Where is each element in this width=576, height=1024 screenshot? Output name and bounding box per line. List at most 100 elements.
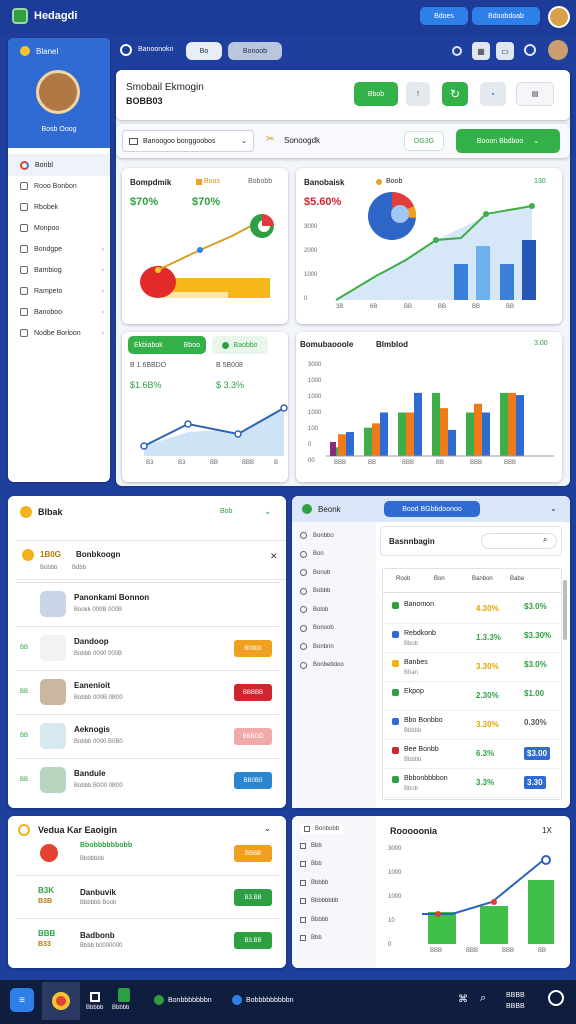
notification-icon[interactable] (548, 990, 564, 1006)
window-icon[interactable]: ▭ (496, 42, 514, 60)
status-badge[interactable]: BBBOD (234, 728, 272, 745)
sidebar-item[interactable]: Banoboo › (20, 308, 104, 316)
grid-icon[interactable]: ▦ (472, 42, 490, 60)
start-button[interactable]: ≡ (10, 988, 34, 1012)
status-badge[interactable]: B3.BB (234, 889, 272, 906)
sidebar-item[interactable]: Bondgpe › (20, 245, 104, 253)
account-icon[interactable] (524, 44, 536, 56)
nav-item[interactable]: Bbbbb (300, 916, 328, 923)
table-row[interactable]: Ekpop 2.30% $1.00 (384, 683, 560, 711)
status-badge[interactable]: BBBBB (234, 684, 272, 701)
nav-item[interactable]: Bbbbb (300, 879, 328, 886)
nav-icon (300, 842, 306, 849)
chevron-down-icon[interactable]: ⌄ (550, 504, 557, 513)
status-badge[interactable]: B3.BB (234, 932, 272, 949)
list-item[interactable]: B3K B3B Danbuvik Bbbbbb Boob B3.BB (16, 875, 280, 918)
nav-item[interactable]: Bonbobb (300, 824, 344, 834)
table-row[interactable]: Banomon 4.30% $3.0% (384, 596, 560, 624)
chevron-down-icon[interactable]: ⌄ (264, 506, 272, 517)
nav-item[interactable]: Bbbbbbbb (300, 898, 338, 904)
table-row[interactable]: Banbes Bhan 3.30% $3.0% (384, 654, 560, 682)
sidebar-item[interactable]: Monpoo (20, 224, 104, 232)
table-nav-item[interactable]: Bolob (300, 606, 328, 613)
chrome-icon (52, 992, 70, 1010)
refresh-button[interactable]: ↻ (442, 82, 468, 106)
column-header[interactable]: Bon (434, 576, 445, 582)
calendar-button[interactable]: ▤ (516, 82, 554, 106)
filter-bar: Banoogoo bonggoobos ⌄ ✂ Sonoogdk OG3G Bo… (116, 124, 570, 158)
info-button[interactable]: ! (406, 82, 430, 106)
table-search-title: Basnnbagin (389, 537, 435, 546)
status-badge[interactable]: B0000 (234, 640, 272, 657)
user-avatar-small[interactable] (548, 40, 568, 60)
table-nav-item[interactable]: Bonbnn (300, 643, 334, 650)
search-icon[interactable] (120, 44, 132, 56)
item-top: B3K (38, 886, 55, 895)
table-row[interactable]: BB Bandule Bobbb B000 0B00 BB0B0 (16, 758, 280, 802)
column-header[interactable]: Baba (510, 576, 524, 582)
sidebar-item[interactable]: Nodbe Borloon › (20, 329, 104, 337)
filter-value[interactable]: OG3G (404, 131, 444, 151)
topbar-button-1[interactable]: Bdoes (420, 7, 468, 25)
table-row[interactable]: BB Dandoop Bobbb 0000 000B B0000 (16, 626, 280, 670)
filter-action-button[interactable]: Booon Bbdboo ⌄ (456, 129, 560, 153)
table-row[interactable]: Bee Bonbb Bbbbb 6.3% $3.00 (384, 741, 560, 769)
card-2-bar (500, 264, 514, 300)
table-nav-item[interactable]: Bonbbo (300, 532, 334, 539)
table-row[interactable]: Panonkami Bonnon Bookk 000B 000B (16, 582, 280, 626)
table-nav-item[interactable]: Bobbb (300, 587, 330, 595)
primary-button[interactable]: Bbob (354, 82, 398, 106)
row-icon (392, 631, 399, 638)
browser-icon[interactable] (42, 982, 80, 1020)
search-icon[interactable]: ⌕ (480, 992, 486, 1005)
nav-item[interactable]: Bbb (300, 861, 322, 867)
table-row[interactable]: BB Eanenioit Bobbb 000B 0B00 BBBBB (16, 670, 280, 714)
bar-5-2 (516, 395, 524, 456)
table-header-button[interactable]: Bood BGbbdoonoo (384, 501, 480, 517)
column-header[interactable]: Roob (396, 576, 410, 582)
card-1-value-2: $70% (192, 196, 221, 208)
person-name: Bandule (74, 769, 106, 778)
network-icon[interactable]: ⌘ (458, 994, 468, 1005)
copy-button[interactable]: ▪ (480, 82, 506, 106)
table-scrollbar[interactable] (563, 580, 567, 640)
nav-icon (304, 826, 310, 832)
table-row[interactable]: Bbo Bonbbo Bbbbb 3.30% 0.30% (384, 712, 560, 740)
close-icon[interactable]: ✕ (270, 551, 278, 562)
table-row[interactable]: Bbbonbbbbon Bbob 3.3% 3.30 (384, 770, 560, 798)
taskbar-app-4[interactable]: Bobbbbbbbbbn (232, 984, 294, 1016)
filter-select[interactable]: Banoogoo bonggoobos ⌄ (122, 130, 254, 152)
table-nav-item[interactable]: Bonob (300, 569, 330, 576)
item-sub: Bbdbbbb (80, 856, 105, 862)
table-nav-item[interactable]: Bonoob (300, 624, 334, 632)
sidebar-item[interactable]: Rbobek (20, 203, 104, 211)
sidebar-item[interactable]: Bambiog › (20, 266, 104, 274)
status-badge[interactable]: BB0B0 (234, 772, 272, 789)
column-header[interactable]: Banbon (472, 576, 493, 582)
bar-2-1 (406, 412, 414, 456)
sidebar-item[interactable]: Rampeto › (20, 287, 104, 295)
taskbar-app-3[interactable]: Bonbbbbbbbn (154, 984, 212, 1016)
status-badge[interactable]: BBBB (234, 845, 272, 862)
table-row[interactable]: BB Aeknogis Bobbb 0000 B0B0 BBBOD (16, 714, 280, 758)
nav-item[interactable]: Bbb (300, 935, 322, 941)
list-item[interactable]: BBB B33 Badbonb Bbbb b0000000 B3.BB (16, 918, 280, 961)
avatar (40, 723, 66, 749)
nav-item[interactable]: Bbb (300, 842, 322, 849)
nav-icon (300, 532, 307, 539)
toolbar-tab-2[interactable]: Bonoob (228, 42, 282, 60)
search-label[interactable]: Banoonokn (138, 46, 173, 53)
x-tick: BB (538, 948, 547, 954)
sidebar-item-active[interactable]: Bonbl (8, 154, 110, 176)
toolbar-tab-1[interactable]: Bo (186, 42, 222, 60)
topbar-button-2[interactable]: Bdoobdoab (472, 7, 540, 25)
table-nav-item[interactable]: Bonbebdoo (300, 661, 344, 669)
table-row[interactable]: Rebdkonb Bbob 1.3.3% $3.30% (384, 625, 560, 653)
list-item[interactable]: Bbobbbbbbobb Bbdbbbb BBBB (16, 832, 280, 875)
sidebar-item[interactable]: Rooo Bonbon (20, 182, 104, 190)
user-avatar[interactable] (548, 6, 570, 28)
nav-label: Bbb (311, 861, 322, 867)
table-nav-item[interactable]: Bon (300, 550, 324, 558)
clock-icon[interactable] (452, 46, 462, 56)
y-tick: 00 (308, 458, 315, 464)
